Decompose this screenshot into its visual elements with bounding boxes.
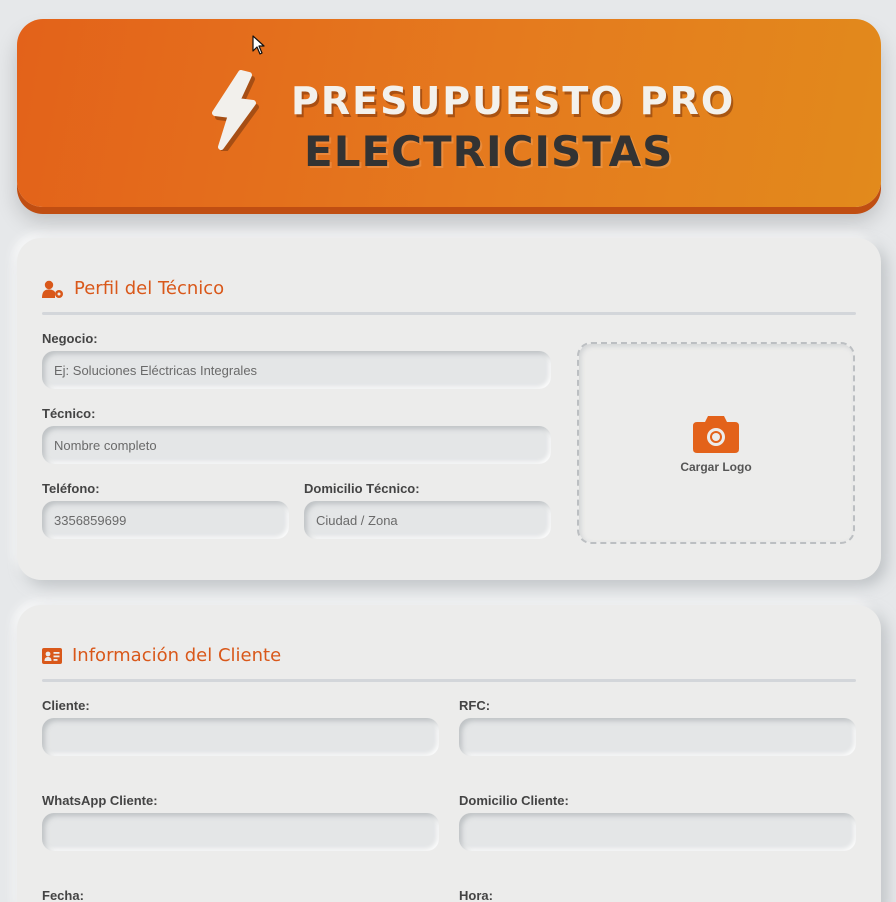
- mouse-cursor-icon: [252, 35, 265, 55]
- upload-logo-label: Cargar Logo: [680, 460, 752, 474]
- technician-address-input[interactable]: Ciudad / Zona: [304, 501, 551, 539]
- date-label: Fecha:: [42, 888, 84, 902]
- profile-divider: [42, 312, 856, 315]
- technician-profile-card: Perfil del Técnico Negocio: Ej: Solucion…: [17, 238, 881, 580]
- time-label: Hora:: [459, 888, 493, 902]
- app-title-line2: ELECTRICISTAS: [304, 127, 674, 176]
- id-card-icon: [42, 647, 62, 664]
- camera-icon: [693, 416, 739, 453]
- user-gear-icon: [42, 280, 63, 298]
- client-name-input[interactable]: [42, 718, 439, 756]
- technician-label: Técnico:: [42, 406, 96, 421]
- client-divider: [42, 679, 856, 682]
- business-label: Negocio:: [42, 331, 98, 346]
- client-address-label: Domicilio Cliente:: [459, 793, 569, 808]
- app-header: PRESUPUESTO PRO ELECTRICISTAS: [17, 19, 881, 207]
- rfc-label: RFC:: [459, 698, 491, 713]
- profile-section-title-text: Perfil del Técnico: [74, 278, 225, 299]
- business-input[interactable]: Ej: Soluciones Eléctricas Integrales: [42, 351, 551, 389]
- client-section-title: Información del Cliente: [42, 645, 281, 666]
- client-label: Cliente:: [42, 698, 90, 713]
- whatsapp-input[interactable]: [42, 813, 439, 851]
- client-address-input[interactable]: [459, 813, 856, 851]
- logo-upload-area[interactable]: Cargar Logo: [577, 342, 855, 544]
- rfc-input[interactable]: [459, 718, 856, 756]
- whatsapp-label: WhatsApp Cliente:: [42, 793, 158, 808]
- phone-label: Teléfono:: [42, 481, 100, 496]
- client-section-title-text: Información del Cliente: [72, 645, 282, 666]
- client-info-card: Información del Cliente Cliente: RFC: Wh…: [17, 605, 881, 902]
- app-title-line1: PRESUPUESTO PRO: [291, 79, 736, 123]
- lightning-bolt-icon: [212, 70, 256, 150]
- technician-name-input[interactable]: Nombre completo: [42, 426, 551, 464]
- profile-section-title: Perfil del Técnico: [42, 278, 224, 299]
- technician-address-label: Domicilio Técnico:: [304, 481, 420, 496]
- phone-input[interactable]: 3356859699: [42, 501, 289, 539]
